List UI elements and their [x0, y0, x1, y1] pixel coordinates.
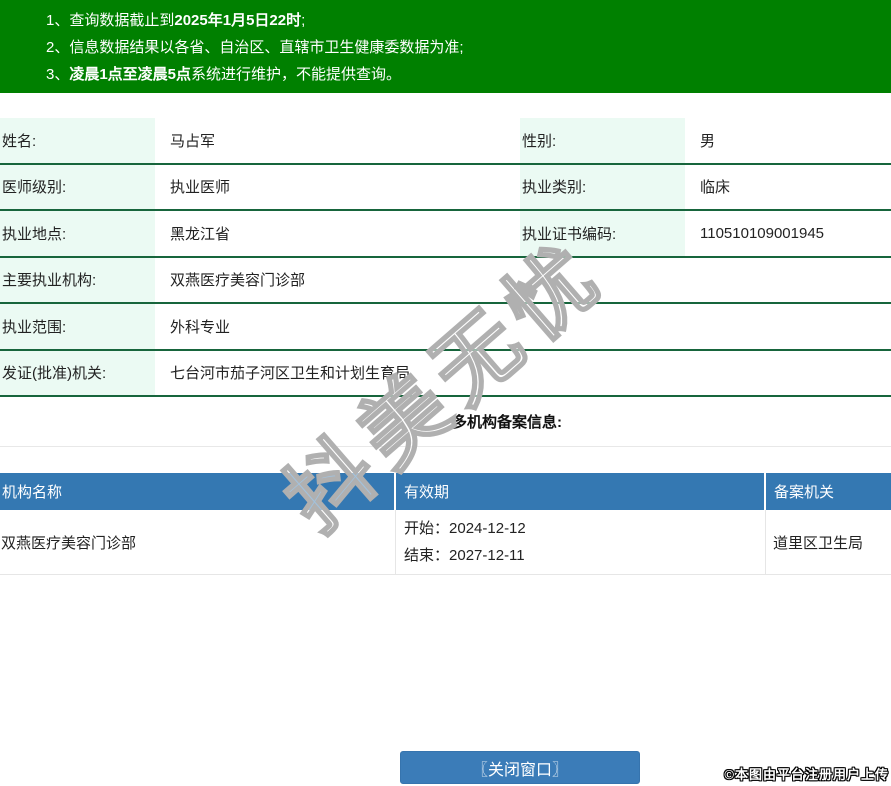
validity-end-date: 2027-12-11: [449, 547, 525, 564]
notice-line-3: 3、凌晨1点至凌晨5点系统进行维护，不能提供查询。: [46, 61, 881, 88]
field-label-practice-scope: 执业范围:: [0, 304, 155, 349]
info-row-issuing-authority: 发证(批准)机关: 七台河市茄子河区卫生和计划生育局: [0, 350, 891, 397]
field-label-issuing-authority: 发证(批准)机关:: [0, 350, 155, 395]
notice-line-1: 1、查询数据截止到2025年1月5日22时;: [46, 7, 881, 34]
column-header-validity: 有效期: [396, 473, 766, 510]
cell-org-name: 双燕医疗美容门诊部: [0, 510, 396, 574]
column-header-org-name: 机构名称: [0, 473, 396, 510]
filing-table-header: 机构名称 有效期 备案机关: [0, 473, 891, 510]
notice-number: 2、: [46, 39, 70, 56]
notice-text: 查询数据截止到: [69, 12, 175, 29]
info-row-name-gender: 姓名: 马占军 性别: 男: [0, 118, 891, 165]
practitioner-info-table: 姓名: 马占军 性别: 男 医师级别: 执业医师 执业类别: 临床 执业地点: …: [0, 118, 891, 397]
field-label-practice-location: 执业地点:: [0, 211, 155, 256]
field-value-practice-category: 临床: [700, 179, 731, 197]
field-label-doctor-level: 医师级别:: [0, 164, 155, 209]
field-label-practice-category: 执业类别:: [520, 164, 685, 209]
notice-text: ;: [301, 12, 306, 29]
copyright-watermark: ©本图由平台注册用户上传: [724, 767, 889, 782]
validity-start-date: 2024-12-12: [449, 520, 526, 537]
field-value-main-institution: 双燕医疗美容门诊部: [170, 272, 306, 290]
validity-end-label: 结束：: [404, 547, 450, 564]
filing-table: 机构名称 有效期 备案机关 双燕医疗美容门诊部 开始：2024-12-12 结束…: [0, 473, 891, 575]
notice-text-bold: 2025年1月5日22时: [174, 12, 302, 29]
column-header-filing-authority: 备案机关: [774, 484, 835, 501]
close-window-button[interactable]: 〖关闭窗口〗: [400, 751, 640, 784]
filing-table-row: 双燕医疗美容门诊部 开始：2024-12-12 结束：2027-12-11 道里…: [0, 510, 891, 575]
info-row-main-institution: 主要执业机构: 双燕医疗美容门诊部: [0, 257, 891, 304]
field-label-main-institution: 主要执业机构:: [0, 257, 155, 302]
field-value-practice-scope: 外科专业: [170, 318, 231, 336]
cell-validity: 开始：2024-12-12 结束：2027-12-11: [396, 510, 766, 574]
notice-number: 1、: [46, 12, 70, 29]
notice-text: 信息数据结果以各省、自治区、直辖市卫生健康委数据为准;: [69, 39, 464, 56]
cell-filing-authority: 道里区卫生局: [773, 534, 864, 552]
notice-number: 3、: [46, 66, 70, 83]
notice-text: 系统进行维护，不能提供查询。: [191, 66, 402, 83]
info-row-location-certno: 执业地点: 黑龙江省 执业证书编码: 110510109001945: [0, 211, 891, 258]
validity-end: 结束：2027-12-11: [404, 542, 765, 569]
info-row-level-category: 医师级别: 执业医师 执业类别: 临床: [0, 164, 891, 211]
filing-section: 多机构备案信息:: [0, 397, 891, 447]
field-value-gender: 男: [700, 132, 716, 150]
validity-start-label: 开始：: [404, 520, 450, 537]
field-value-name: 马占军: [170, 132, 216, 150]
notice-line-2: 2、信息数据结果以各省、自治区、直辖市卫生健康委数据为准;: [46, 34, 881, 61]
field-value-certificate-number: 110510109001945: [700, 224, 825, 242]
field-value-issuing-authority: 七台河市茄子河区卫生和计划生育局: [170, 365, 411, 383]
filing-section-title: 多机构备案信息:: [452, 414, 562, 431]
notice-text-bold: 凌晨1点至凌晨5点: [69, 66, 192, 83]
field-label-name: 姓名:: [0, 118, 155, 163]
notice-banner: 1、查询数据截止到2025年1月5日22时; 2、信息数据结果以各省、自治区、直…: [0, 0, 891, 93]
field-label-gender: 性别:: [520, 118, 685, 163]
field-label-certificate-number: 执业证书编码:: [520, 211, 685, 256]
validity-start: 开始：2024-12-12: [404, 515, 765, 542]
info-row-practice-scope: 执业范围: 外科专业: [0, 304, 891, 351]
field-value-doctor-level: 执业医师: [170, 179, 231, 197]
field-value-practice-location: 黑龙江省: [170, 225, 231, 243]
